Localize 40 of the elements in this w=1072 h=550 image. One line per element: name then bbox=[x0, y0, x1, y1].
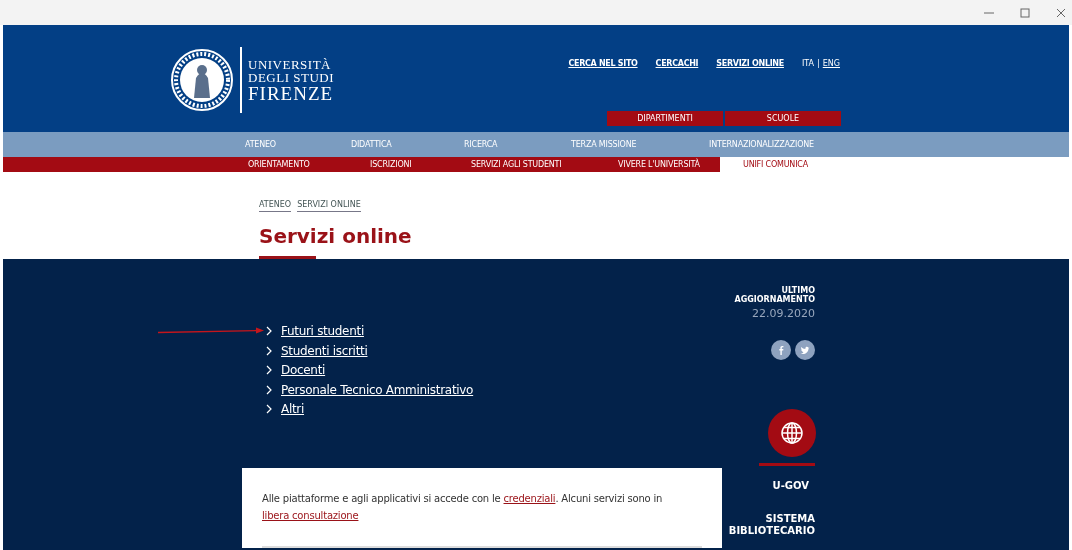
top-link[interactable]: CERCA NEL SITO bbox=[568, 59, 638, 68]
nav-tab[interactable]: ORIENTAMENTO bbox=[245, 157, 367, 172]
breadcrumb-link[interactable]: SERVIZI ONLINE bbox=[297, 200, 361, 212]
maximize-icon[interactable] bbox=[1020, 7, 1030, 18]
chevron-icon bbox=[266, 365, 272, 375]
service-label: U-GOV bbox=[772, 480, 809, 491]
close-icon[interactable] bbox=[1056, 7, 1066, 18]
service-label: SISTEMA BIBLIOTECARIO bbox=[727, 513, 815, 537]
service-link[interactable]: Studenti iscritti bbox=[281, 343, 368, 358]
language-link[interactable]: ENG bbox=[822, 59, 840, 68]
logo-text: DEGLI STUDI bbox=[248, 70, 334, 84]
service-link[interactable]: Futuri studenti bbox=[281, 324, 364, 338]
page-title: Servizi online bbox=[259, 224, 413, 248]
chevron-icon bbox=[266, 384, 272, 395]
top-link[interactable]: CERCACHI bbox=[655, 59, 699, 68]
logo-text: UNIVERSITÀ bbox=[248, 57, 332, 71]
chevron-icon bbox=[266, 404, 272, 414]
top-link[interactable]: SERVIZI ONLINE bbox=[716, 59, 784, 68]
nav-tab[interactable]: DIPARTIMENTI bbox=[607, 111, 723, 126]
service-link[interactable]: Personale Tecnico Amministrativo bbox=[281, 382, 474, 397]
globe-icon[interactable] bbox=[768, 409, 816, 457]
nav-tab[interactable]: SCUOLE bbox=[725, 111, 841, 126]
free-access-link[interactable]: libera consultazione bbox=[262, 510, 359, 521]
nav-tab[interactable]: SERVIZI AGLI STUDENTI bbox=[468, 157, 615, 172]
update-date: 22.09.2020 bbox=[752, 307, 815, 320]
service-link[interactable]: Altri bbox=[281, 402, 305, 416]
language-link[interactable]: ITA bbox=[801, 59, 815, 68]
seal-drawing bbox=[170, 48, 234, 112]
service-link[interactable]: Docenti bbox=[281, 363, 326, 377]
twitter-icon[interactable] bbox=[795, 340, 815, 360]
separator: | bbox=[817, 59, 820, 68]
chevron-icon bbox=[266, 345, 272, 356]
logo-text: FIRENZE bbox=[248, 83, 334, 103]
breadcrumb-link[interactable]: ATENEO bbox=[259, 200, 292, 212]
facebook-icon[interactable] bbox=[771, 340, 791, 360]
chevron-icon bbox=[266, 326, 272, 336]
update-label: ULTIMO AGGIORNAMENTO bbox=[733, 286, 815, 304]
nav-tab[interactable]: VIVERE L'UNIVERSITÀ bbox=[615, 157, 720, 172]
notice-text: Alle piattaforme e agli applicativi si accede con le credenziali. Alcuni servizi sono in libera consultazione bbox=[262, 492, 664, 523]
nav-tab[interactable]: ISCRIZIONI bbox=[367, 157, 468, 172]
